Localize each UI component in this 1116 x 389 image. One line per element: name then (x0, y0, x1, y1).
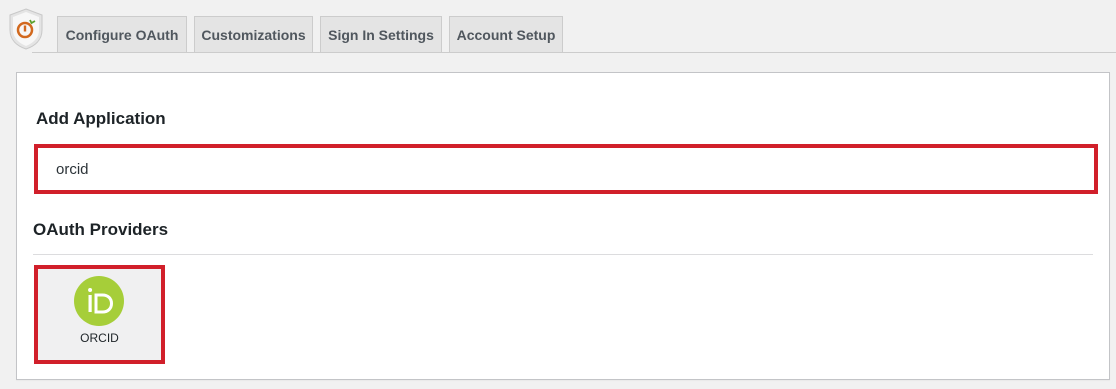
tabs-divider (32, 52, 1116, 53)
tab-account-setup[interactable]: Account Setup (449, 16, 563, 52)
application-search-input[interactable] (38, 148, 1094, 190)
provider-card-orcid[interactable]: ORCID (34, 265, 165, 364)
main-panel: Add Application OAuth Providers ORCID (16, 72, 1110, 380)
add-application-title: Add Application (36, 109, 166, 128)
oauth-providers-title: OAuth Providers (33, 220, 169, 239)
tab-customizations[interactable]: Customizations (194, 16, 313, 52)
tab-configure-oauth[interactable]: Configure OAuth (57, 16, 187, 52)
application-search-box (34, 144, 1098, 194)
tab-sign-in-settings[interactable]: Sign In Settings (320, 16, 442, 52)
orcid-icon (74, 276, 124, 326)
plugin-logo-icon (9, 8, 43, 50)
provider-label: ORCID (80, 331, 119, 345)
section-divider (33, 254, 1093, 255)
